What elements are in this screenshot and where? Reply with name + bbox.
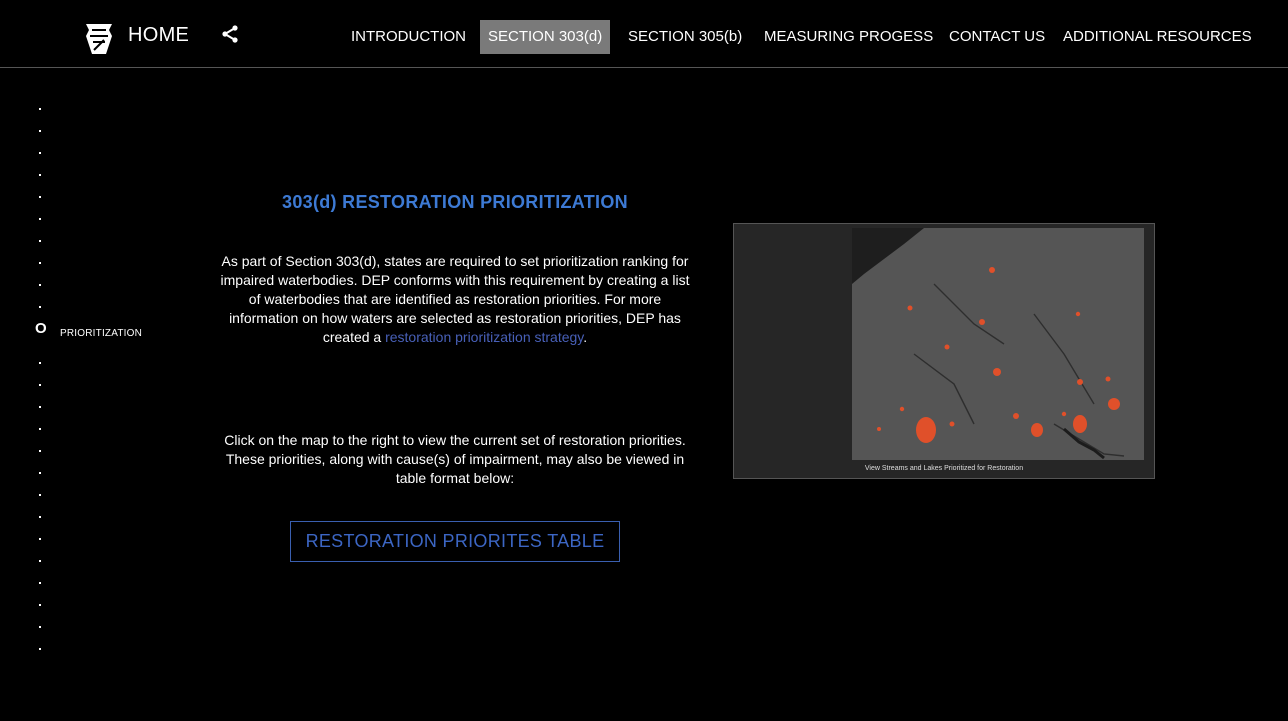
top-navigation-bar: HOME INTRODUCTION SECTION 303(d) SECTION…: [0, 0, 1288, 68]
section-dot[interactable]: [39, 130, 41, 132]
section-dot[interactable]: [39, 450, 41, 452]
section-dot[interactable]: [39, 472, 41, 474]
section-dot[interactable]: [39, 516, 41, 518]
section-dot[interactable]: [39, 196, 41, 198]
nav-additional-resources[interactable]: ADDITIONAL RESOURCES: [1055, 20, 1260, 54]
section-dot[interactable]: [39, 626, 41, 628]
section-dot[interactable]: [39, 428, 41, 430]
section-dot[interactable]: [39, 560, 41, 562]
restoration-map-thumbnail[interactable]: View Streams and Lakes Prioritized for R…: [733, 223, 1155, 479]
strategy-link[interactable]: restoration prioritization strategy: [385, 329, 583, 345]
nav-introduction[interactable]: INTRODUCTION: [343, 20, 474, 54]
restoration-table-button[interactable]: RESTORATION PRIORITES TABLE: [290, 521, 620, 562]
section-dot[interactable]: [39, 604, 41, 606]
section-dot[interactable]: [39, 218, 41, 220]
home-link[interactable]: HOME: [128, 24, 189, 47]
section-dot[interactable]: [39, 406, 41, 408]
section-dot[interactable]: [39, 582, 41, 584]
map-panel: [852, 228, 1144, 460]
section-dot[interactable]: [39, 538, 41, 540]
nav-section-303d[interactable]: SECTION 303(d): [480, 20, 611, 54]
share-icon[interactable]: [221, 25, 239, 43]
section-dot[interactable]: [39, 174, 41, 176]
intro-paragraph: As part of Section 303(d), states are re…: [220, 252, 690, 347]
current-section-label[interactable]: PRIORITIZATION: [60, 328, 142, 339]
map-image: [734, 224, 1154, 478]
intro-text-end: .: [583, 329, 588, 345]
section-dot[interactable]: [39, 284, 41, 286]
section-dot[interactable]: [39, 306, 41, 308]
section-dot[interactable]: [39, 362, 41, 364]
section-dot[interactable]: [39, 108, 41, 110]
map-instructions-paragraph: Click on the map to the right to view th…: [224, 432, 686, 486]
nav-measuring-progress[interactable]: MEASURING PROGESS: [756, 20, 941, 54]
current-section-marker[interactable]: O: [35, 320, 47, 337]
section-dot[interactable]: [39, 384, 41, 386]
map-caption: View Streams and Lakes Prioritized for R…: [864, 465, 1024, 472]
nav-contact-us[interactable]: CONTACT US: [941, 20, 1053, 54]
section-dot[interactable]: [39, 262, 41, 264]
page-title: 303(d) RESTORATION PRIORITIZATION: [282, 192, 628, 212]
section-dot[interactable]: [39, 494, 41, 496]
keystone-logo-icon[interactable]: [82, 22, 116, 56]
section-dot[interactable]: [39, 152, 41, 154]
section-dot[interactable]: [39, 648, 41, 650]
section-dot[interactable]: [39, 240, 41, 242]
nav-section-305b[interactable]: SECTION 305(b): [620, 20, 750, 54]
